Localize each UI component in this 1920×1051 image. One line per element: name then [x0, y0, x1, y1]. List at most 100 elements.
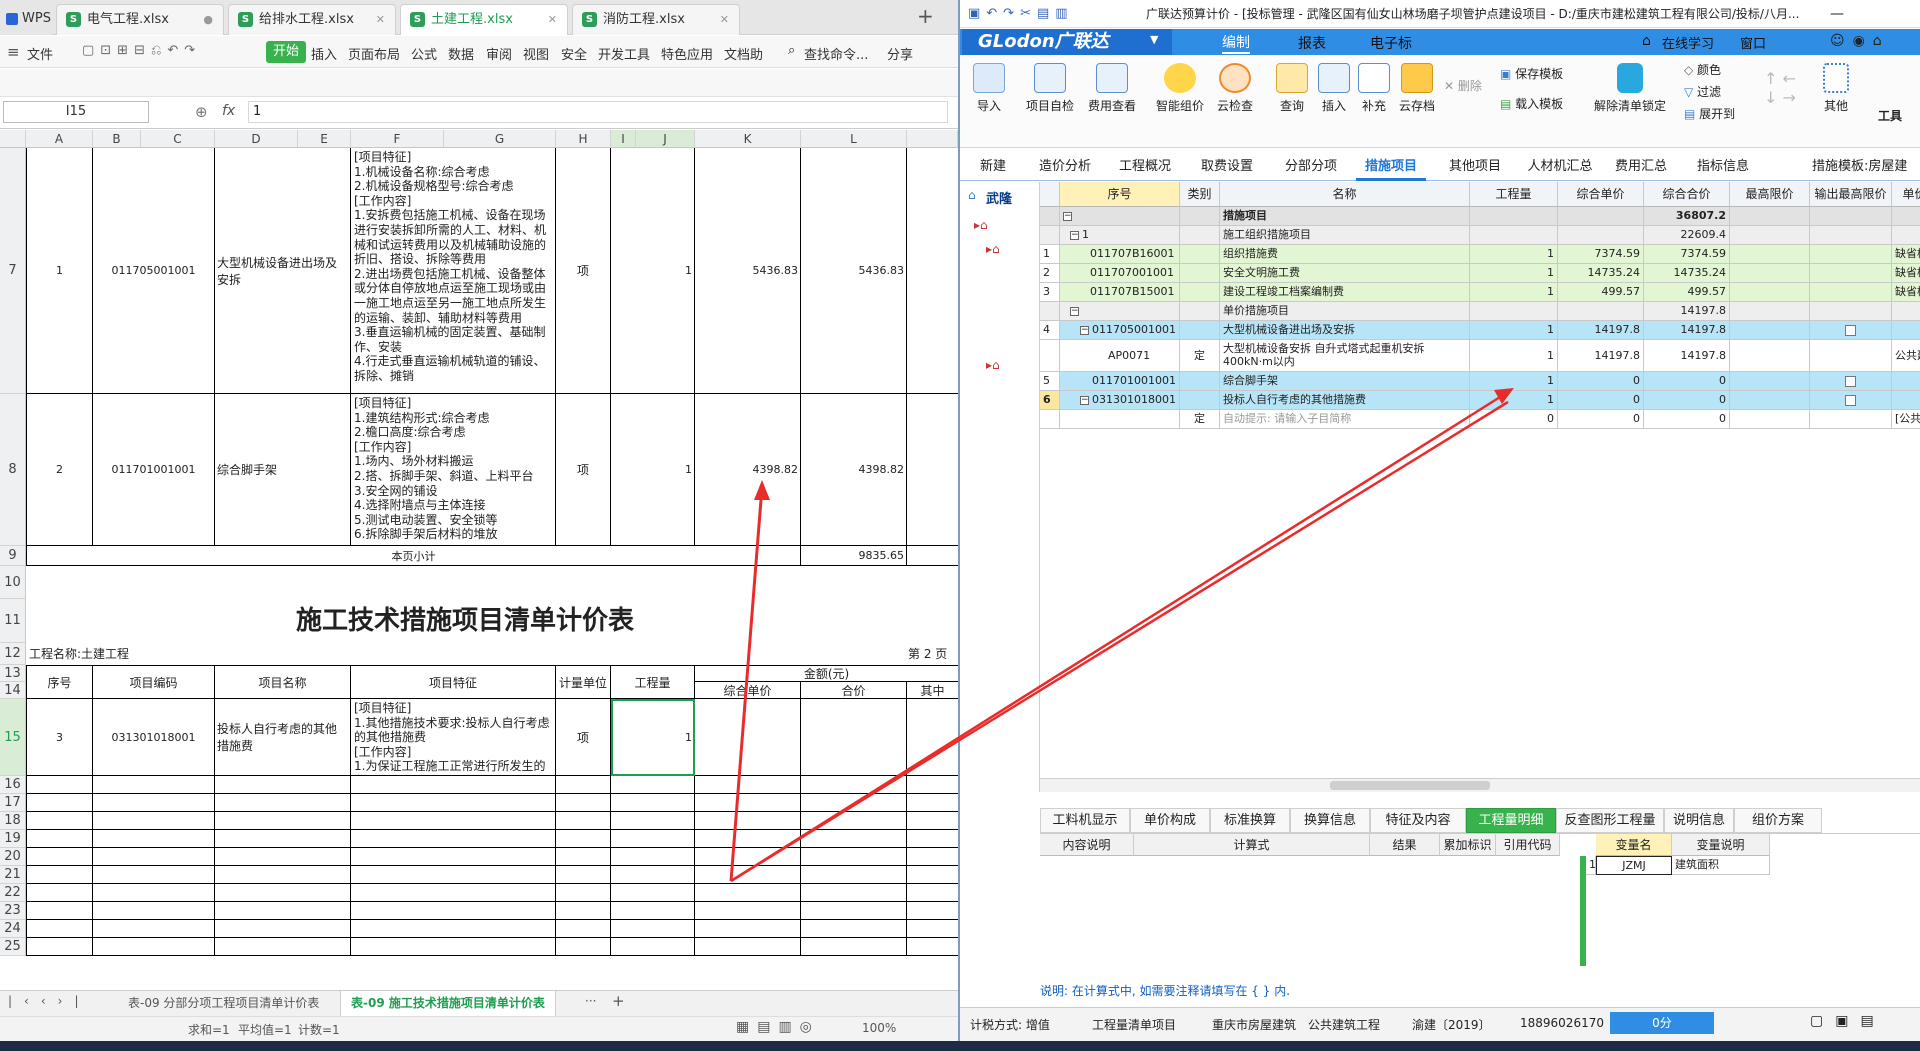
- table-row[interactable]: AP0071 定 大型机械设备安拆 自升式塔式起重机安拆 400kN·m以内 1…: [1040, 340, 1920, 372]
- cell-code[interactable]: 011701001001: [93, 394, 215, 546]
- col-header-k[interactable]: K: [695, 130, 801, 148]
- table-row[interactable]: − 措施项目 36807.2: [1040, 207, 1920, 226]
- cell-name[interactable]: 综合脚手架: [215, 394, 351, 546]
- table-row[interactable]: 2 011707001001 安全文明施工费 1 14735.24 14735.…: [1040, 264, 1920, 283]
- collapse-icon[interactable]: −: [1063, 211, 1072, 221]
- collapse-icon[interactable]: −: [1080, 325, 1089, 335]
- collapse-icon[interactable]: −: [1070, 230, 1079, 240]
- tree-node-icon[interactable]: ▸⌂: [986, 242, 1000, 256]
- unlock-list-button[interactable]: 解除清单锁定: [1590, 63, 1670, 114]
- row-header-17[interactable]: 17: [0, 794, 26, 812]
- file-menu[interactable]: 文件: [27, 44, 53, 63]
- start-tab[interactable]: 开始: [266, 41, 307, 63]
- close-icon[interactable]: ✕: [720, 5, 729, 34]
- self-check-button[interactable]: 项目自检: [1022, 63, 1078, 114]
- row-header-19[interactable]: 19: [0, 830, 26, 848]
- cell-features[interactable]: [项目特征] 1.机械设备名称:综合考虑 2.机械设备规格型号:综合考虑 [工作…: [351, 148, 556, 394]
- color-button[interactable]: ◇ 颜色: [1684, 61, 1744, 78]
- row-header-7[interactable]: 7: [0, 148, 26, 394]
- collapse-icon[interactable]: −: [1070, 306, 1079, 316]
- fee-view-button[interactable]: 费用查看: [1084, 63, 1140, 114]
- new-button[interactable]: 新建: [968, 156, 1018, 181]
- qty-detail-grid[interactable]: 内容说明 计算式 结果 累加标识 引用代码 变量名 变量说明 1 JZMJ 建筑…: [1040, 834, 1920, 984]
- header-max-price[interactable]: 最高限价: [1730, 182, 1810, 207]
- col-header-c[interactable]: C: [141, 130, 215, 148]
- header-features[interactable]: 项目特征: [351, 665, 556, 699]
- table-row[interactable]: 5 011701001001 综合脚手架 1 0 0: [1040, 372, 1920, 391]
- menu-dev[interactable]: 开发工具: [598, 44, 650, 63]
- window-menu[interactable]: 窗口: [1740, 33, 1766, 52]
- scroll-thumb[interactable]: [1330, 781, 1490, 790]
- col-header-h[interactable]: H: [556, 130, 611, 148]
- col-header-d[interactable]: D: [215, 130, 298, 148]
- menu-icon[interactable]: ≡: [7, 43, 20, 61]
- menu-doc[interactable]: 文档助: [724, 44, 763, 63]
- page-number[interactable]: 第 2 页: [908, 645, 947, 662]
- tab-labor-display[interactable]: 工料机显示: [1040, 808, 1130, 833]
- table-title[interactable]: 施工技术措施项目清单计价表: [26, 601, 958, 641]
- menu-insert[interactable]: 插入: [311, 44, 337, 63]
- quick-access-icons[interactable]: ▢⊡⊞⊟⎌↶↷: [82, 43, 201, 58]
- view-mode-icons[interactable]: ▦▤▥◎: [736, 1019, 820, 1035]
- new-tab-icon[interactable]: +: [917, 4, 934, 28]
- tab-project-overview[interactable]: 工程概况: [1110, 156, 1180, 181]
- tab-plumbing[interactable]: S 给排水工程.xlsx ✕: [228, 4, 396, 35]
- table-row[interactable]: 定 自动提示: 请输入子目简称 0 0 0 [公共建筑: [1040, 410, 1920, 429]
- menu-edit[interactable]: 编制: [1222, 32, 1250, 54]
- status-tax-method[interactable]: 计税方式: 增值: [970, 1016, 1050, 1033]
- menu-review[interactable]: 审阅: [486, 44, 512, 63]
- status-document[interactable]: 渝建〔2019〕: [1412, 1016, 1491, 1033]
- cell-code[interactable]: 011705001001: [93, 148, 215, 394]
- horizontal-scrollbar[interactable]: [1040, 778, 1920, 792]
- header-amount[interactable]: 金额(元): [695, 665, 958, 682]
- cell-extra[interactable]: [907, 394, 958, 546]
- cell-extra[interactable]: [907, 699, 958, 776]
- empty-rows-area[interactable]: [26, 776, 958, 956]
- other-button[interactable]: 其他: [1816, 63, 1856, 114]
- load-template-button[interactable]: ▤ 载入模板: [1500, 95, 1580, 112]
- header-unit[interactable]: 计量单位: [556, 665, 611, 699]
- delete-button[interactable]: ✕ 删除: [1438, 77, 1488, 94]
- tab-electrical[interactable]: S 电气工程.xlsx ●: [56, 4, 224, 35]
- cell-extra[interactable]: [907, 546, 958, 566]
- header-seq[interactable]: 序号: [1060, 182, 1180, 207]
- cell-price[interactable]: 5436.83: [695, 148, 801, 394]
- header-var-desc[interactable]: 变量说明: [1672, 834, 1770, 856]
- expand-to-button[interactable]: ▤ 展开到: [1684, 105, 1754, 122]
- output-max-checkbox[interactable]: [1845, 394, 1856, 406]
- wps-home-tab[interactable]: WPS: [0, 4, 52, 35]
- filter-button[interactable]: ▽ 过滤: [1684, 83, 1744, 100]
- tab-civil[interactable]: S 土建工程.xlsx ✕: [400, 4, 568, 35]
- cell-code[interactable]: 031301018001: [93, 699, 215, 776]
- measure-template[interactable]: 措施模板:房屋建: [1812, 156, 1920, 181]
- close-icon[interactable]: ✕: [376, 5, 385, 34]
- header-price[interactable]: 综合单价: [1558, 182, 1644, 207]
- menu-layout[interactable]: 页面布局: [348, 44, 400, 63]
- row-header-24[interactable]: 24: [0, 920, 26, 938]
- tab-features[interactable]: 特征及内容: [1370, 808, 1466, 833]
- zoom-search-icon[interactable]: ⊕: [195, 103, 208, 121]
- header-var-name[interactable]: 变量名: [1596, 834, 1672, 856]
- tree-node-icon[interactable]: ▸⌂: [974, 218, 988, 232]
- header-content[interactable]: 内容说明: [1040, 834, 1134, 856]
- sheet-more-icon[interactable]: ···: [585, 994, 596, 1008]
- header-qty[interactable]: 工程量: [1470, 182, 1558, 207]
- header-total[interactable]: 合价: [801, 682, 907, 699]
- header-total[interactable]: 综合合价: [1644, 182, 1730, 207]
- tools-button[interactable]: 工具: [1870, 107, 1910, 124]
- cell-extra[interactable]: [907, 148, 958, 394]
- online-learning[interactable]: 在线学习: [1662, 33, 1714, 52]
- cell-price[interactable]: 4398.82: [695, 394, 801, 546]
- project-name[interactable]: 工程名称:土建工程: [29, 645, 129, 662]
- tree-node-icon[interactable]: ▸⌂: [986, 358, 1000, 372]
- row-header-22[interactable]: 22: [0, 884, 26, 902]
- menu-etender[interactable]: 电子标: [1370, 33, 1412, 53]
- col-header-m[interactable]: [907, 130, 958, 148]
- sheet-tab-measures[interactable]: 表-09 施工技术措施项目清单计价表: [340, 991, 556, 1016]
- row-header-20[interactable]: 20: [0, 848, 26, 866]
- close-icon[interactable]: ✕: [548, 5, 557, 34]
- header-unit-price[interactable]: 综合单价: [695, 682, 801, 699]
- tab-measures[interactable]: 措施项目: [1356, 156, 1426, 181]
- header-composition[interactable]: 单价构成: [1892, 182, 1920, 207]
- formula-input[interactable]: 1: [248, 101, 948, 123]
